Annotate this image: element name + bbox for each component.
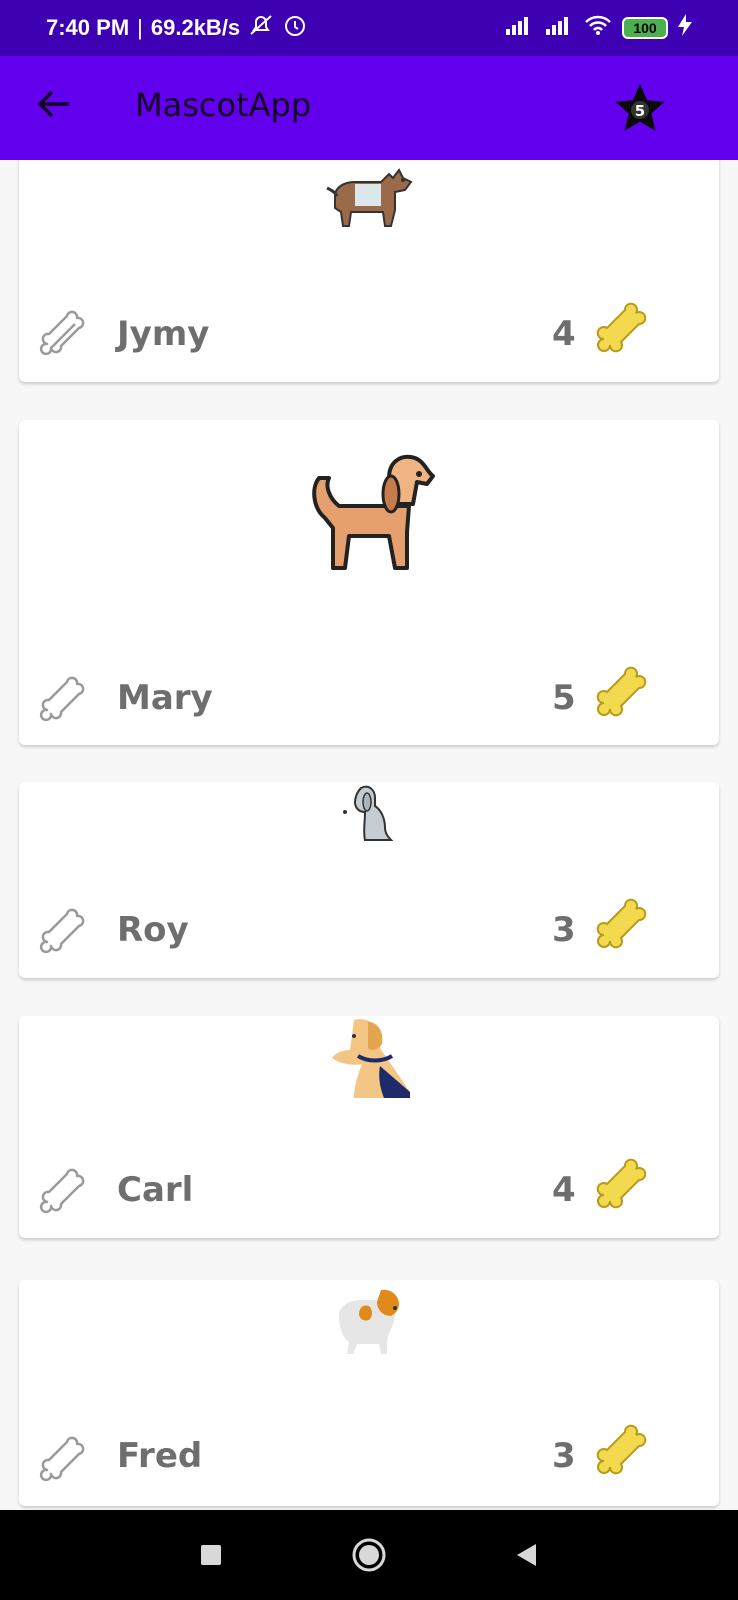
bone-gold-icon xyxy=(591,1418,651,1478)
bone-outline-icon xyxy=(39,676,85,722)
network-speed: 69.2kB/s xyxy=(150,15,241,40)
like-button[interactable] xyxy=(35,304,91,360)
home-button[interactable] xyxy=(349,1535,389,1575)
pet-rating: 4 xyxy=(552,314,576,354)
like-button[interactable] xyxy=(35,1162,91,1218)
star-icon: 5 xyxy=(615,84,665,131)
pet-card: Carl 4 xyxy=(19,1016,719,1238)
favorites-button[interactable]: 5 xyxy=(613,82,667,136)
charging-icon xyxy=(678,14,692,42)
status-separator: | xyxy=(137,15,143,40)
pet-list: Jymy 4 Mary 5 Roy 3 Carl 4 Fred 3 xyxy=(0,160,738,1510)
bone-gold-icon xyxy=(591,660,651,720)
bone-outline-icon xyxy=(39,1168,85,1214)
dog-papillon-icon xyxy=(329,1286,409,1360)
pet-name: Jymy xyxy=(117,314,210,354)
pet-card: Fred 3 xyxy=(19,1280,719,1506)
dog-husky-icon xyxy=(321,162,417,238)
bone-outline-icon xyxy=(39,908,85,954)
like-button[interactable] xyxy=(35,1430,91,1486)
bone-gold-icon xyxy=(591,296,651,356)
mute-icon xyxy=(248,13,274,43)
bone-gold-icon xyxy=(591,1152,651,1212)
bone-outline-icon xyxy=(39,1436,85,1482)
pet-rating: 4 xyxy=(552,1170,576,1210)
dog-labrador-icon xyxy=(324,1016,414,1100)
signal-icon xyxy=(504,15,534,41)
bone-gold-icon xyxy=(591,892,651,952)
pet-card: Roy 3 xyxy=(19,782,719,978)
square-icon xyxy=(201,1545,221,1565)
pet-card: Jymy 4 xyxy=(19,160,719,382)
favorites-badge: 5 xyxy=(635,102,645,120)
status-bar: 7:40 PM | 69.2kB/s 100 xyxy=(0,0,738,56)
circle-icon xyxy=(352,1538,386,1572)
system-nav-bar xyxy=(0,1510,738,1600)
pet-name: Roy xyxy=(117,910,189,950)
battery-level: 100 xyxy=(633,20,657,36)
app-bar: MascotApp 5 xyxy=(0,56,738,160)
triangle-back-icon xyxy=(517,1544,536,1566)
bone-outline-icon xyxy=(39,310,85,356)
like-button[interactable] xyxy=(35,902,91,958)
pet-name: Mary xyxy=(117,678,213,718)
pet-name: Fred xyxy=(117,1436,203,1476)
like-button[interactable] xyxy=(35,670,91,726)
app-title: MascotApp xyxy=(135,86,312,124)
back-button[interactable] xyxy=(34,86,74,126)
pet-card: Mary 5 xyxy=(19,420,719,745)
pet-rating: 3 xyxy=(552,910,576,950)
dog-sitting-icon xyxy=(339,782,399,844)
wifi-icon xyxy=(584,14,612,42)
recents-button[interactable] xyxy=(191,1535,231,1575)
alarm-icon xyxy=(282,12,308,44)
dog-orange-icon xyxy=(299,448,439,578)
pet-name: Carl xyxy=(117,1170,194,1210)
signal-icon-2 xyxy=(544,15,574,41)
arrow-left-icon xyxy=(37,89,71,123)
pet-rating: 5 xyxy=(552,678,576,718)
status-time: 7:40 PM xyxy=(46,15,130,40)
back-nav-button[interactable] xyxy=(507,1535,547,1575)
pet-rating: 3 xyxy=(552,1436,576,1476)
battery-icon: 100 xyxy=(622,17,668,39)
